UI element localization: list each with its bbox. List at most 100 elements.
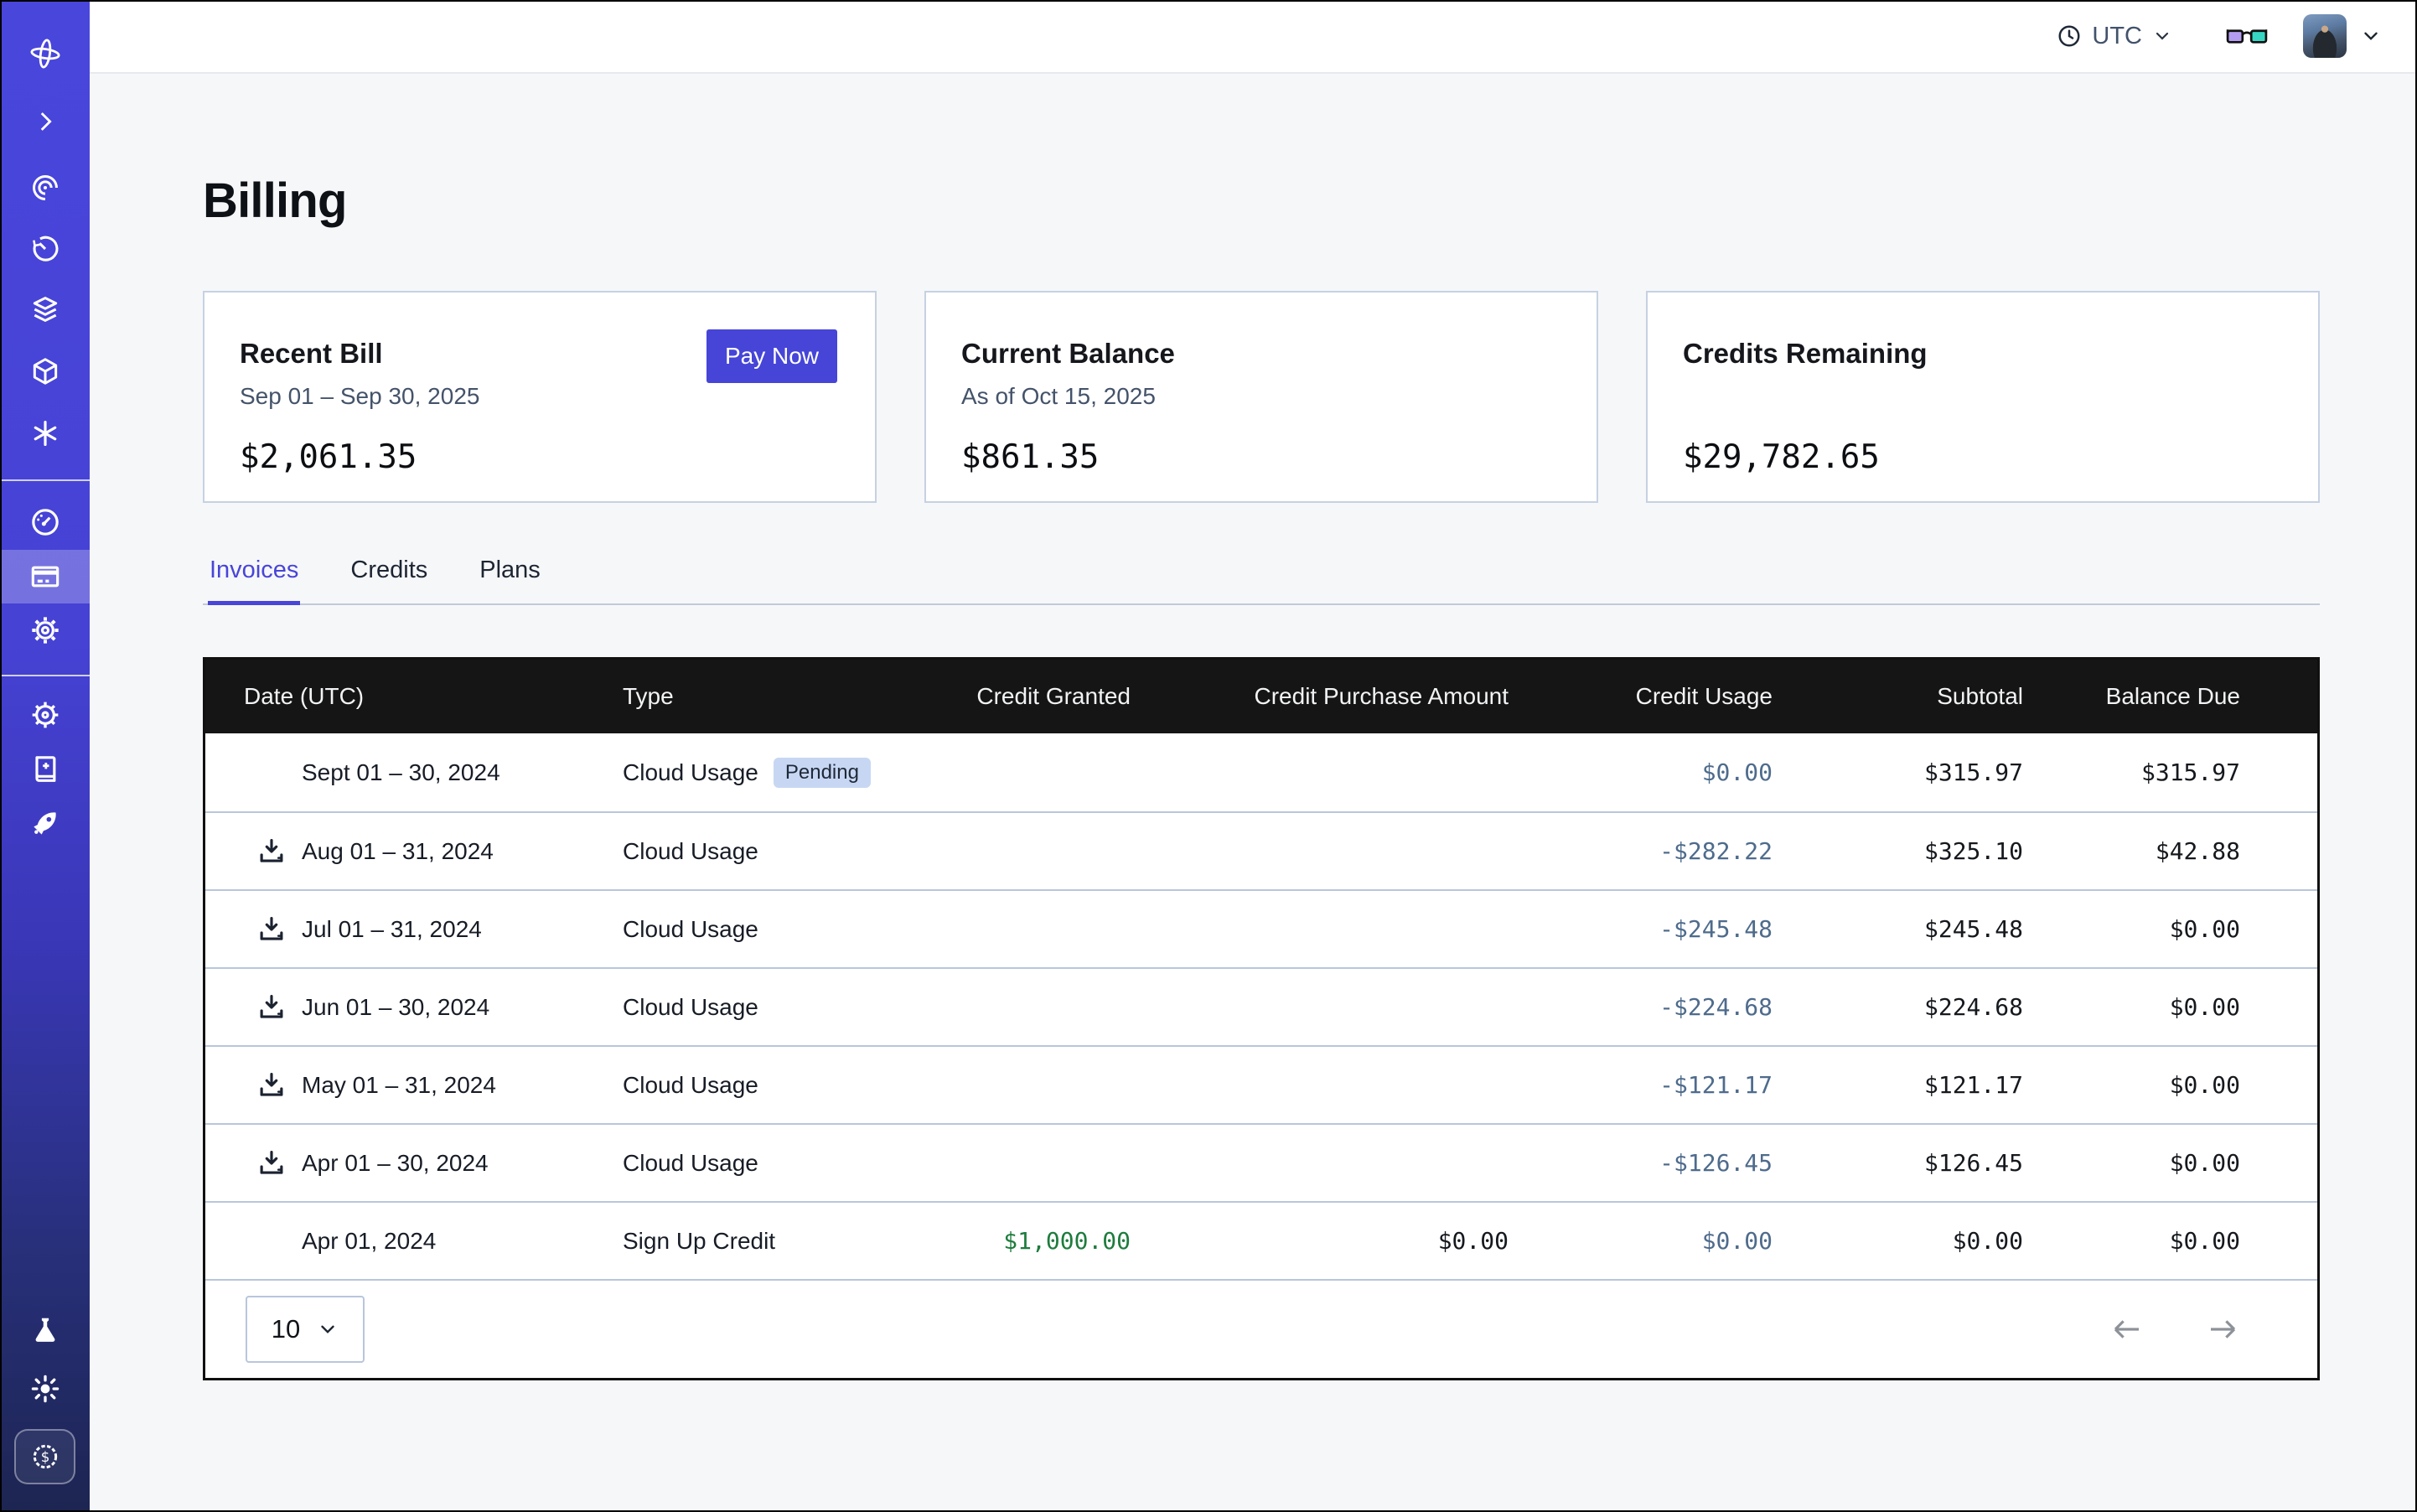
invoice-date: May 01 – 31, 2024 <box>302 1072 496 1099</box>
table-row: Apr 01, 2024 Sign Up Credit $1,000.00 $0… <box>205 1201 2317 1279</box>
invoice-date-cell: May 01 – 31, 2024 <box>205 1069 623 1102</box>
sidebar-item-labs-flask[interactable] <box>0 1303 90 1357</box>
sidebar-item-timer[interactable] <box>0 222 90 276</box>
table-row: Jul 01 – 31, 2024 Cloud Usage -$245.48 $… <box>205 889 2317 967</box>
main-content: Billing Recent Bill Sep 01 – Sep 30, 202… <box>90 74 2417 1512</box>
glasses-toggle[interactable] <box>2226 24 2268 48</box>
tab-invoices[interactable]: Invoices <box>208 557 300 605</box>
subtotal-cell: $121.17 <box>1773 1071 2023 1099</box>
table-header-row: Date (UTC) Type Credit Granted Credit Pu… <box>205 660 2317 733</box>
download-invoice-button[interactable] <box>255 1147 288 1180</box>
download-invoice-button[interactable] <box>255 1069 288 1102</box>
timezone-selector[interactable]: UTC <box>2057 23 2172 50</box>
pagination <box>2109 1312 2240 1347</box>
table-footer: 10 <box>205 1279 2317 1378</box>
invoice-date: Aug 01 – 31, 2024 <box>302 838 494 865</box>
sidebar: $ <box>0 0 90 1512</box>
recent-bill-card: Recent Bill Sep 01 – Sep 30, 2025 $2,061… <box>203 291 877 503</box>
sidebar-item-credits-badge[interactable]: $ <box>14 1429 75 1484</box>
page-title: Billing <box>203 173 2320 229</box>
app-logo-icon <box>0 27 90 80</box>
subtotal-cell: $0.00 <box>1773 1227 2023 1255</box>
balance-due-cell: $0.00 <box>2023 993 2317 1021</box>
prev-page-button[interactable] <box>2109 1312 2145 1347</box>
clock-icon <box>2057 23 2082 49</box>
invoice-type: Cloud Usage <box>623 1072 758 1099</box>
invoice-date-cell: Sept 01 – 30, 2024 <box>205 756 623 790</box>
sidebar-divider <box>0 675 90 676</box>
sidebar-item-usage-gauge[interactable] <box>0 495 90 549</box>
card-title: Current Balance <box>961 338 1560 370</box>
glasses-icon <box>2226 24 2268 48</box>
download-icon <box>256 992 287 1023</box>
credit-usage-cell: -$245.48 <box>1509 915 1773 943</box>
credit-granted-cell: $1,000.00 <box>928 1227 1131 1255</box>
credit-usage-cell: -$224.68 <box>1509 993 1773 1021</box>
balance-due-cell: $315.97 <box>2023 759 2317 786</box>
page-size-select[interactable]: 10 <box>246 1296 365 1363</box>
invoice-type-cell: Cloud Usage <box>623 916 928 943</box>
download-invoice-button[interactable] <box>255 991 288 1024</box>
chevron-down-icon <box>2152 26 2172 46</box>
column-header: Credit Purchase Amount <box>1131 683 1509 710</box>
column-header: Type <box>623 683 928 710</box>
subtotal-cell: $126.45 <box>1773 1149 2023 1177</box>
card-amount: $29,782.65 <box>1683 438 2281 476</box>
subtotal-cell: $224.68 <box>1773 993 2023 1021</box>
sidebar-item-asterisk[interactable] <box>0 406 90 460</box>
sidebar-item-docs[interactable] <box>0 743 90 796</box>
avatar[interactable] <box>2303 14 2347 58</box>
download-icon <box>256 1147 287 1179</box>
column-header: Date (UTC) <box>205 683 623 710</box>
sidebar-item-spiral[interactable] <box>0 161 90 215</box>
balance-due-cell: $0.00 <box>2023 1227 2317 1255</box>
sidebar-item-cube[interactable] <box>0 344 90 398</box>
invoice-type: Cloud Usage <box>623 1150 758 1177</box>
table-row: Jun 01 – 30, 2024 Cloud Usage -$224.68 $… <box>205 967 2317 1045</box>
column-header: Subtotal <box>1773 683 2023 710</box>
sidebar-item-billing[interactable] <box>0 550 90 603</box>
download-icon <box>256 1069 287 1101</box>
card-subtitle: Sep 01 – Sep 30, 2025 <box>240 383 838 412</box>
next-page-button[interactable] <box>2205 1312 2240 1347</box>
page-size-value: 10 <box>272 1314 300 1344</box>
table-row: Sept 01 – 30, 2024 Cloud Usage Pending $… <box>205 733 2317 811</box>
credit-purchase-cell: $0.00 <box>1131 1227 1509 1255</box>
card-title: Credits Remaining <box>1683 338 2281 370</box>
table-row: May 01 – 31, 2024 Cloud Usage -$121.17 $… <box>205 1045 2317 1123</box>
tab-credits[interactable]: Credits <box>349 557 429 605</box>
invoice-type: Cloud Usage <box>623 759 758 786</box>
account-menu-button[interactable] <box>2360 25 2382 47</box>
sidebar-item-launch[interactable] <box>0 796 90 850</box>
download-invoice-button[interactable] <box>255 913 288 946</box>
sidebar-item-theme-sun[interactable] <box>0 1362 90 1416</box>
invoice-date: Apr 01 – 30, 2024 <box>302 1150 489 1177</box>
invoices-table: Date (UTC) Type Credit Granted Credit Pu… <box>203 657 2320 1380</box>
arrow-left-icon <box>2109 1312 2145 1347</box>
invoice-type: Cloud Usage <box>623 916 758 943</box>
sidebar-item-layers[interactable] <box>0 282 90 336</box>
sidebar-item-helm[interactable] <box>0 688 90 742</box>
invoice-type-cell: Cloud Usage <box>623 994 928 1021</box>
summary-cards: Recent Bill Sep 01 – Sep 30, 2025 $2,061… <box>203 291 2320 503</box>
column-header: Balance Due <box>2023 683 2317 710</box>
balance-due-cell: $0.00 <box>2023 1149 2317 1177</box>
chevron-down-icon <box>317 1318 339 1340</box>
download-invoice-button[interactable] <box>255 835 288 868</box>
pay-now-button[interactable]: Pay Now <box>706 329 837 383</box>
sidebar-item-settings[interactable] <box>0 603 90 657</box>
invoice-date: Sept 01 – 30, 2024 <box>302 759 500 786</box>
tab-plans[interactable]: Plans <box>478 557 542 605</box>
card-subtitle: As of Oct 15, 2025 <box>961 383 1560 412</box>
subtotal-cell: $315.97 <box>1773 759 2023 786</box>
credit-usage-cell: $0.00 <box>1509 1227 1773 1255</box>
balance-due-cell: $0.00 <box>2023 915 2317 943</box>
card-amount: $861.35 <box>961 438 1560 476</box>
topbar: UTC <box>90 0 2417 74</box>
svg-text:$: $ <box>40 1449 49 1465</box>
invoice-type: Cloud Usage <box>623 838 758 865</box>
table-row: Aug 01 – 31, 2024 Cloud Usage -$282.22 $… <box>205 811 2317 889</box>
sidebar-expand-button[interactable] <box>0 95 90 148</box>
invoice-date: Jul 01 – 31, 2024 <box>302 916 482 943</box>
invoice-date: Jun 01 – 30, 2024 <box>302 994 489 1021</box>
